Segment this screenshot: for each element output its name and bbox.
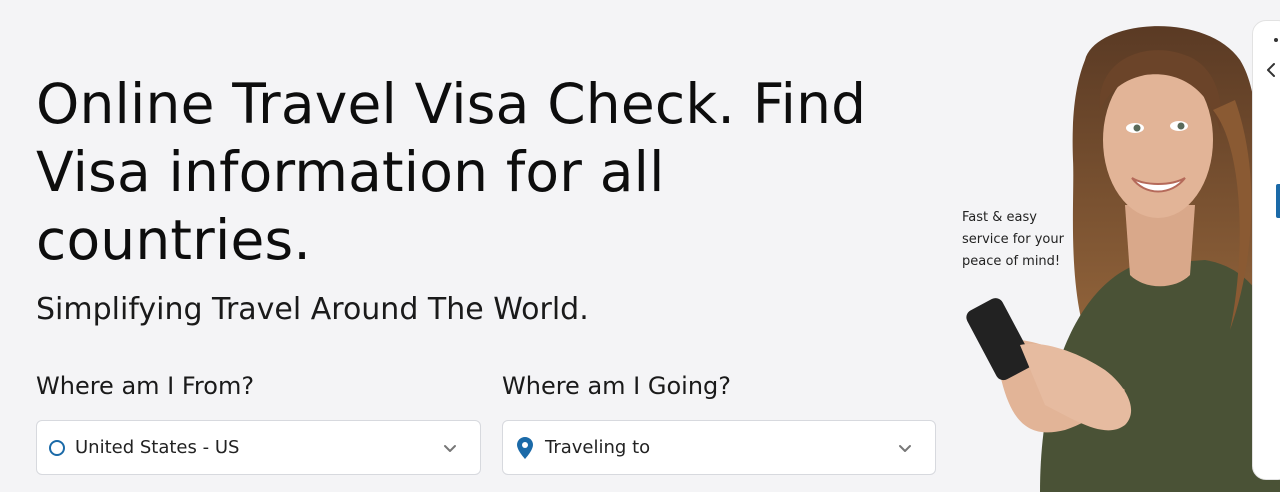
- chevron-down-icon: [897, 440, 913, 456]
- panel-accent: [1276, 184, 1280, 218]
- destination-label: Where am I Going?: [502, 372, 731, 400]
- circle-icon: [49, 439, 65, 456]
- origin-value: United States - US: [75, 437, 240, 458]
- origin-label: Where am I From?: [36, 372, 255, 400]
- panel-dot: [1274, 38, 1278, 42]
- destination-placeholder: Traveling to: [545, 437, 651, 458]
- chevron-down-icon: [442, 440, 458, 456]
- page-title: Online Travel Visa Check. Find Visa info…: [36, 72, 867, 272]
- promo-caption: Fast & easy service for your peace of mi…: [962, 210, 1064, 269]
- side-panel[interactable]: [1252, 20, 1280, 480]
- chevron-left-icon[interactable]: [1266, 62, 1276, 78]
- page-subtitle: Simplifying Travel Around The World.: [36, 292, 589, 327]
- destination-select[interactable]: Traveling to: [502, 420, 936, 475]
- origin-select[interactable]: United States - US: [36, 420, 481, 475]
- map-pin-icon: [517, 436, 533, 459]
